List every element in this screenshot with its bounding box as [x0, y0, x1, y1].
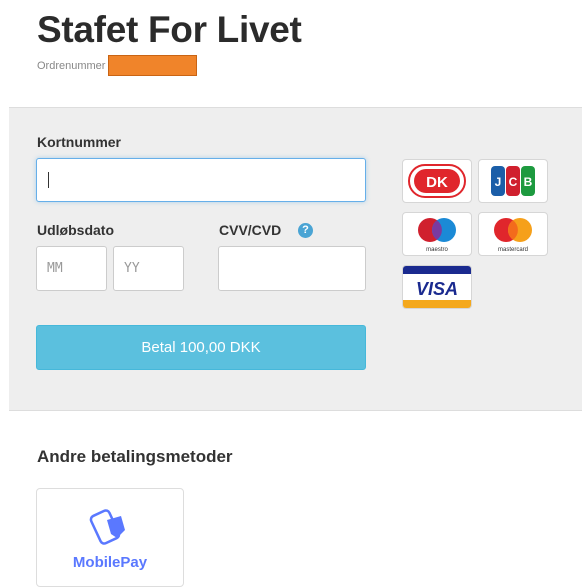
pay-button[interactable]: Betal 100,00 DKK [36, 325, 366, 370]
card-payment-section: Kortnummer Udløbsdato CVV/CVD ? Betal 10… [9, 107, 582, 411]
svg-text:mastercard: mastercard [498, 247, 528, 253]
svg-text:DK: DK [426, 174, 448, 191]
payment-page: Stafet For Livet Ordrenummer Kortnummer … [0, 0, 582, 587]
page-title: Stafet For Livet [37, 9, 302, 50]
mastercard-icon: mastercard [478, 212, 548, 256]
mobilepay-label: MobilePay [72, 554, 148, 571]
svg-text:maestro: maestro [426, 247, 448, 253]
dankort-icon: DK [402, 159, 472, 203]
cvv-input[interactable] [218, 246, 366, 291]
expiry-month-input[interactable] [36, 246, 107, 291]
order-number-redaction [108, 55, 198, 76]
expiry-label: Udløbsdato [37, 222, 114, 238]
order-number-label: Ordrenummer [37, 59, 106, 72]
mobilepay-button[interactable]: MobilePay [36, 488, 184, 587]
cvv-label: CVV/CVD [219, 222, 282, 238]
order-number-row: Ordrenummer [37, 55, 198, 76]
svg-text:B: B [524, 175, 533, 189]
mobilepay-icon [89, 509, 125, 545]
expiry-year-input[interactable] [113, 246, 184, 291]
other-methods-heading: Andre betalingsmetoder [37, 447, 233, 466]
maestro-icon: maestro [402, 212, 472, 256]
svg-text:J: J [495, 175, 502, 189]
card-number-label: Kortnummer [37, 134, 122, 150]
card-number-input[interactable] [36, 158, 366, 202]
svg-text:C: C [509, 175, 518, 189]
jcb-icon: J C B [478, 159, 548, 203]
svg-text:VISA: VISA [416, 279, 458, 299]
text-cursor [48, 172, 49, 188]
visa-icon: VISA [402, 265, 472, 309]
help-icon[interactable]: ? [298, 223, 313, 238]
